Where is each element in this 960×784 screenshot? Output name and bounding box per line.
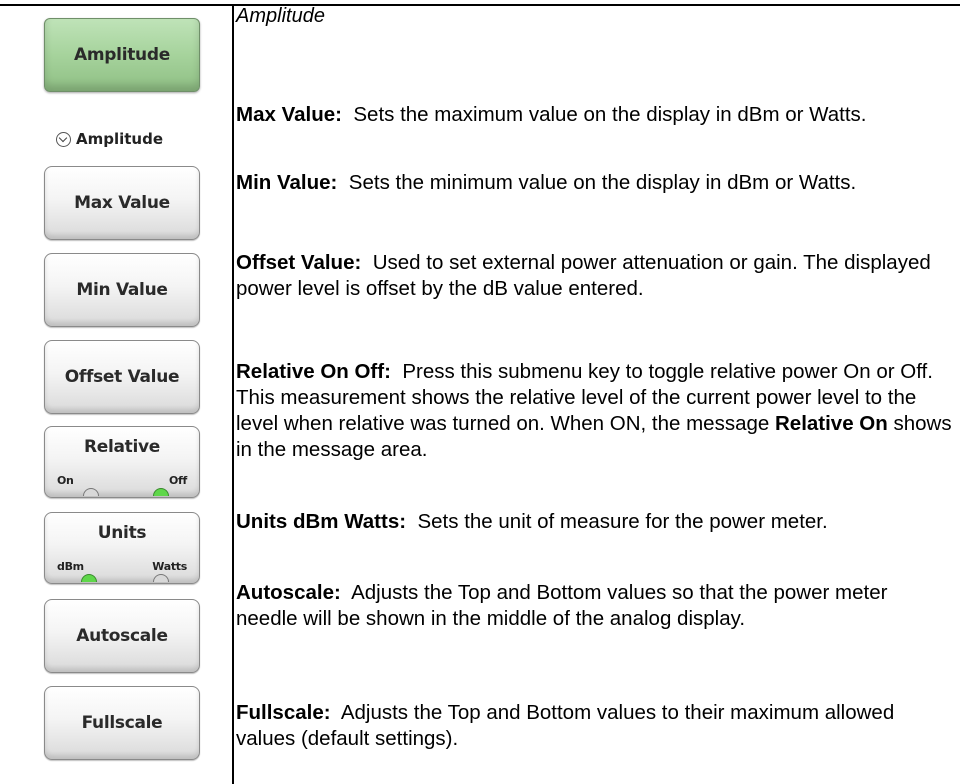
entry-relative-on-off: Relative On Off: Press this submenu key … <box>236 359 952 463</box>
entry-fullscale: Fullscale: Adjusts the Top and Bottom va… <box>236 700 952 752</box>
units-option-dbm: dBm <box>57 560 84 573</box>
relative-option-off: Off <box>168 474 187 487</box>
entry-term: Relative On Off: <box>236 360 391 383</box>
autoscale-button[interactable]: Autoscale <box>44 599 200 673</box>
units-dbm-indicator-icon <box>81 574 97 582</box>
max-value-button[interactable]: Max Value <box>44 166 200 240</box>
submenu-panel: Amplitude Amplitude Max Value Min Value … <box>0 0 232 784</box>
units-label: Units <box>97 523 147 543</box>
entry-term: Fullscale: <box>236 701 331 724</box>
fullscale-button[interactable]: Fullscale <box>44 686 200 760</box>
entry-text: Sets the maximum value on the display in… <box>353 103 867 126</box>
submenu-title-label: Amplitude <box>76 130 164 148</box>
entry-min-value: Min Value: Sets the minimum value on the… <box>236 170 952 196</box>
entry-term: Units dBm Watts: <box>236 510 407 533</box>
entry-text: Sets the minimum value on the display in… <box>348 171 857 194</box>
entry-term: Offset Value: <box>236 251 362 274</box>
relative-option-on: On <box>57 474 74 487</box>
amplitude-main-key[interactable]: Amplitude <box>44 18 200 92</box>
chevron-down-icon <box>56 131 71 147</box>
relative-options: On Off <box>57 474 187 487</box>
entry-autoscale: Autoscale: Adjusts the Top and Bottom va… <box>236 580 952 632</box>
entry-term: Min Value: <box>236 171 338 194</box>
relative-toggle-button[interactable]: Relative On Off <box>44 426 200 498</box>
min-value-button[interactable]: Min Value <box>44 253 200 327</box>
entry-units-dbm-watts: Units dBm Watts: Sets the unit of measur… <box>236 509 952 535</box>
relative-label: Relative <box>83 437 161 457</box>
relative-off-indicator-icon <box>153 488 169 496</box>
column-divider <box>232 4 234 784</box>
entry-max-value: Max Value: Sets the maximum value on the… <box>236 102 952 128</box>
entry-term: Autoscale: <box>236 581 341 604</box>
section-heading: Amplitude <box>236 5 325 27</box>
entry-term: Max Value: <box>236 103 342 126</box>
offset-value-button[interactable]: Offset Value <box>44 340 200 414</box>
entry-text: Sets the unit of measure for the power m… <box>417 510 828 533</box>
units-options: dBm Watts <box>57 560 187 573</box>
entry-text: Adjusts the Top and Bottom values to the… <box>236 701 895 750</box>
submenu-title: Amplitude <box>56 130 163 148</box>
units-watts-indicator-icon <box>153 574 169 582</box>
units-option-watts: Watts <box>152 560 187 573</box>
entry-offset-value: Offset Value: Used to set external power… <box>236 250 952 302</box>
relative-on-indicator-icon <box>83 488 99 496</box>
units-toggle-button[interactable]: Units dBm Watts <box>44 512 200 584</box>
entry-inline-bold: Relative On <box>774 412 888 435</box>
